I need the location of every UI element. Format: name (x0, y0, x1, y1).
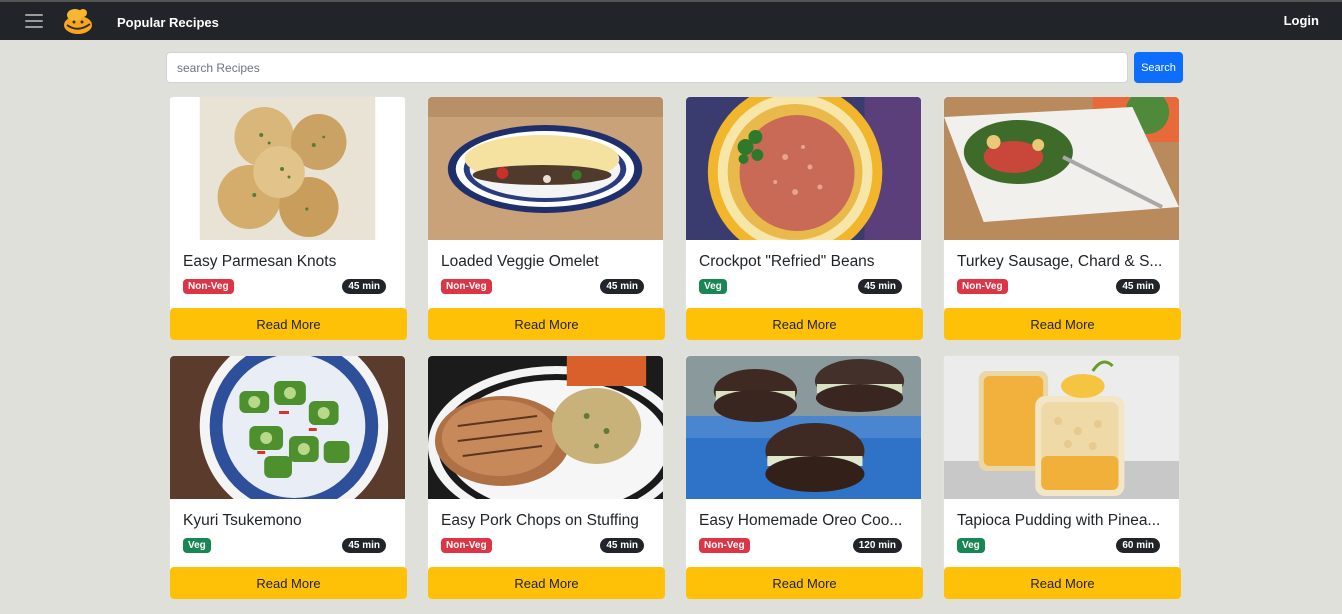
diet-badge: Non-Veg (441, 538, 492, 553)
chef-logo-icon[interactable] (62, 6, 94, 36)
recipe-card[interactable]: Turkey Sausage, Chard & S... Non-Veg 45 … (943, 96, 1181, 340)
menu-icon[interactable] (25, 14, 43, 28)
recipe-card[interactable]: Easy Pork Chops on Stuffing Non-Veg 45 m… (427, 355, 665, 599)
brand-title[interactable]: Popular Recipes (117, 15, 219, 30)
diet-badge: Non-Veg (957, 279, 1008, 294)
recipe-title: Tapioca Pudding with Pinea... (957, 512, 1161, 529)
read-more-button[interactable]: Read More (944, 308, 1181, 340)
diet-badge: Veg (957, 538, 985, 553)
recipe-grid: Easy Parmesan Knots Non-Veg 45 min Read … (169, 96, 1181, 599)
recipe-image[interactable] (170, 356, 405, 499)
read-more-button[interactable]: Read More (170, 567, 407, 599)
diet-badge: Non-Veg (699, 538, 750, 553)
recipe-card[interactable]: Loaded Veggie Omelet Non-Veg 45 min Read… (427, 96, 665, 340)
time-badge: 45 min (1116, 279, 1160, 294)
recipe-image[interactable] (170, 97, 405, 240)
time-badge: 45 min (858, 279, 902, 294)
recipe-image[interactable] (428, 356, 663, 499)
recipe-card[interactable]: Tapioca Pudding with Pinea... Veg 60 min… (943, 355, 1181, 599)
search-button[interactable]: Search (1134, 52, 1183, 83)
read-more-button[interactable]: Read More (686, 308, 923, 340)
login-link[interactable]: Login (1284, 13, 1319, 28)
recipe-title: Easy Homemade Oreo Coo... (699, 512, 903, 529)
recipe-card[interactable]: Kyuri Tsukemono Veg 45 min Read More (169, 355, 407, 599)
recipe-title: Loaded Veggie Omelet (441, 253, 599, 270)
recipe-title: Crockpot "Refried" Beans (699, 253, 875, 270)
diet-badge: Non-Veg (183, 279, 234, 294)
recipe-title: Kyuri Tsukemono (183, 512, 302, 529)
read-more-button[interactable]: Read More (170, 308, 407, 340)
recipe-title: Turkey Sausage, Chard & S... (957, 253, 1163, 270)
time-badge: 45 min (600, 538, 644, 553)
recipe-title: Easy Parmesan Knots (183, 253, 337, 270)
recipe-image[interactable] (944, 356, 1179, 499)
recipe-image[interactable] (944, 97, 1179, 240)
search-input[interactable] (166, 52, 1128, 83)
recipe-image[interactable] (428, 97, 663, 240)
time-badge: 45 min (342, 538, 386, 553)
read-more-button[interactable]: Read More (944, 567, 1181, 599)
time-badge: 60 min (1116, 538, 1160, 553)
search-bar: Search (166, 52, 1183, 83)
read-more-button[interactable]: Read More (428, 308, 665, 340)
time-badge: 120 min (852, 538, 902, 553)
diet-badge: Veg (183, 538, 211, 553)
read-more-button[interactable]: Read More (428, 567, 665, 599)
recipe-card[interactable]: Easy Homemade Oreo Coo... Non-Veg 120 mi… (685, 355, 923, 599)
diet-badge: Non-Veg (441, 279, 492, 294)
navbar: Popular Recipes Login (0, 0, 1342, 40)
recipe-card[interactable]: Crockpot "Refried" Beans Veg 45 min Read… (685, 96, 923, 340)
time-badge: 45 min (600, 279, 644, 294)
recipe-image[interactable] (686, 97, 921, 240)
recipe-title: Easy Pork Chops on Stuffing (441, 512, 639, 529)
recipe-image[interactable] (686, 356, 921, 499)
read-more-button[interactable]: Read More (686, 567, 923, 599)
diet-badge: Veg (699, 279, 727, 294)
time-badge: 45 min (342, 279, 386, 294)
recipe-card[interactable]: Easy Parmesan Knots Non-Veg 45 min Read … (169, 96, 407, 340)
